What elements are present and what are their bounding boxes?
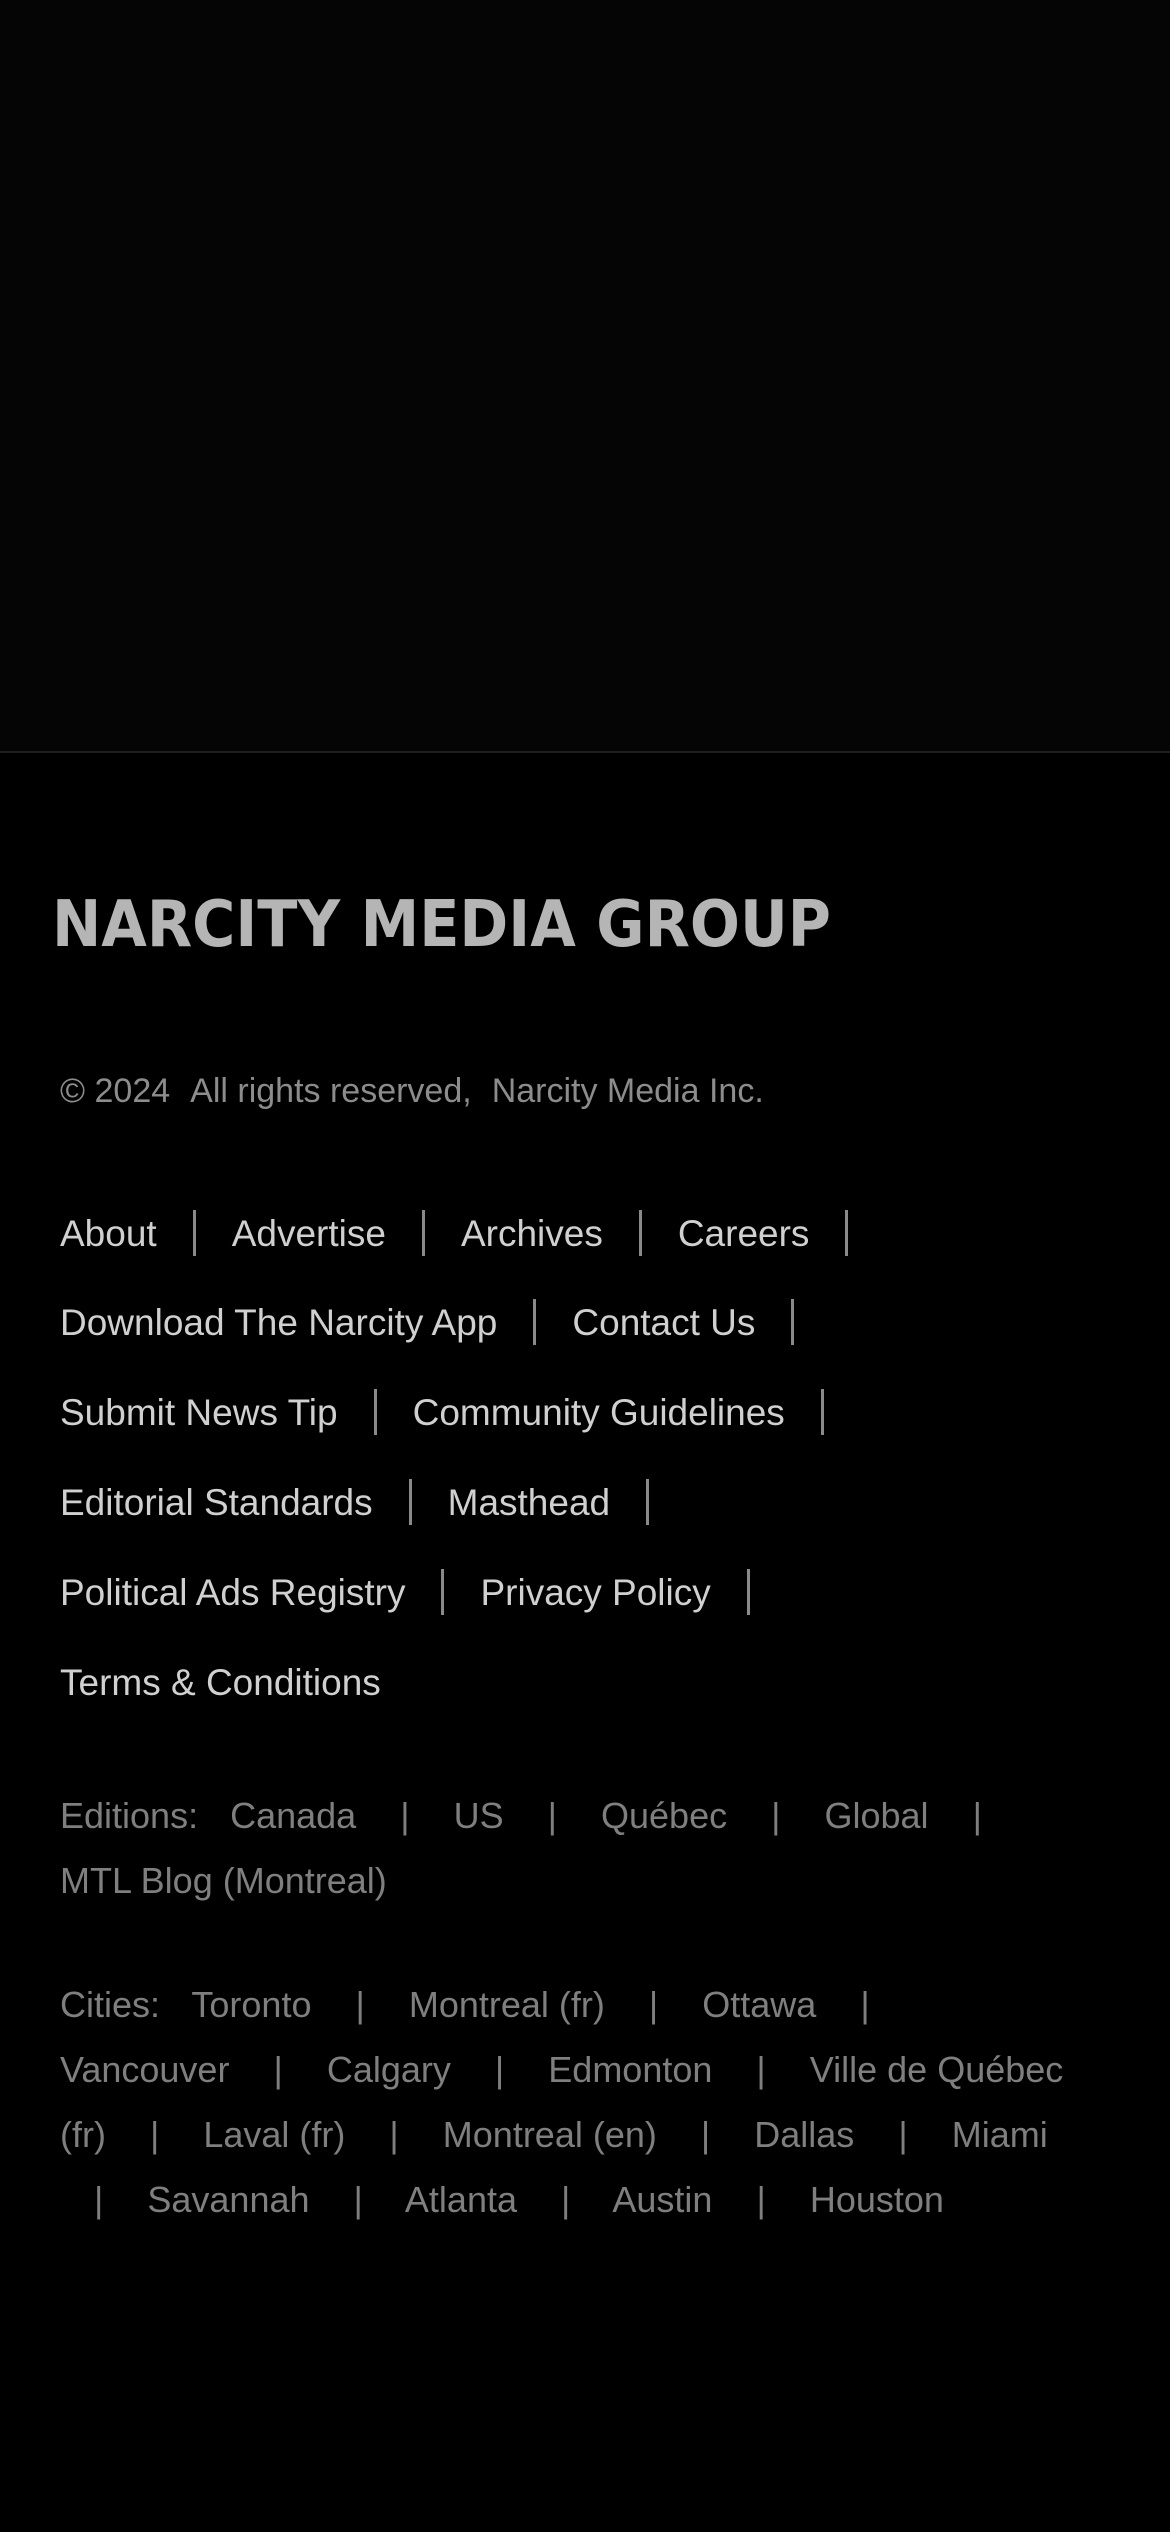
- contact-us-link[interactable]: Contact Us: [572, 1304, 755, 1341]
- city-separator: |: [149, 2114, 160, 2155]
- blank-content-area: [0, 0, 1170, 751]
- city-link-atlanta[interactable]: Atlanta: [405, 2179, 517, 2220]
- editorial-standards-link[interactable]: Editorial Standards: [60, 1484, 373, 1521]
- edition-separator: |: [972, 1795, 982, 1836]
- copyright-line: © 2024 All rights reserved, Narcity Media …: [60, 1071, 784, 1112]
- page: NARCITY MEDIA GROUP © 2024 All rights res…: [0, 0, 1170, 2532]
- edition-link-mtl-blog[interactable]: MTL Blog (Montreal): [60, 1860, 387, 1901]
- archives-link[interactable]: Archives: [461, 1215, 603, 1252]
- edition-separator: |: [400, 1795, 410, 1836]
- city-link-ottawa[interactable]: Ottawa: [702, 1984, 816, 2025]
- link-separator: [646, 1479, 650, 1525]
- edition-link-global[interactable]: Global: [824, 1795, 928, 1836]
- city-separator: |: [355, 1984, 365, 2025]
- footer-links-row-2: Download The Narcity App Contact Us: [60, 1297, 830, 1347]
- city-separator: |: [860, 1984, 870, 2025]
- city-separator: |: [94, 2179, 104, 2220]
- city-separator: |: [898, 2114, 908, 2155]
- city-separator: |: [561, 2179, 571, 2220]
- link-separator: [421, 1210, 425, 1256]
- cities-list: Cities: Toronto | Montreal (fr) | Ottawa…: [60, 1972, 1080, 2232]
- city-link-edmonton[interactable]: Edmonton: [548, 2049, 712, 2090]
- terms-conditions-link[interactable]: Terms & Conditions: [60, 1664, 381, 1701]
- site-footer: NARCITY MEDIA GROUP © 2024 All rights res…: [0, 753, 1170, 2532]
- community-guidelines-link[interactable]: Community Guidelines: [413, 1394, 785, 1431]
- link-separator: [533, 1299, 537, 1345]
- edition-separator: |: [547, 1795, 557, 1836]
- submit-news-tip-link[interactable]: Submit News Tip: [60, 1394, 338, 1431]
- city-link-austin[interactable]: Austin: [612, 2179, 712, 2220]
- copyright-year: © 2024: [60, 1072, 171, 1110]
- city-link-laval[interactable]: Laval (fr): [203, 2114, 345, 2155]
- city-link-montreal-en[interactable]: Montreal (en): [443, 2114, 657, 2155]
- link-separator: [845, 1210, 849, 1256]
- city-separator: |: [756, 2049, 766, 2090]
- city-separator: |: [648, 1984, 659, 2025]
- city-link-calgary[interactable]: Calgary: [327, 2049, 451, 2090]
- city-separator: |: [494, 2049, 505, 2090]
- link-separator: [638, 1210, 642, 1256]
- link-separator: [791, 1299, 795, 1345]
- city-link-vancouver[interactable]: Vancouver: [60, 2049, 229, 2090]
- privacy-policy-link[interactable]: Privacy Policy: [480, 1574, 710, 1611]
- edition-link-us[interactable]: US: [454, 1795, 504, 1836]
- city-separator: |: [756, 2179, 766, 2220]
- cities-label: Cities:: [60, 1984, 161, 2025]
- careers-link[interactable]: Careers: [678, 1215, 810, 1252]
- footer-links-row-3: Submit News Tip Community Guidelines: [60, 1387, 860, 1437]
- city-link-savannah[interactable]: Savannah: [147, 2179, 309, 2220]
- link-separator: [408, 1479, 412, 1525]
- advertise-link[interactable]: Advertise: [232, 1215, 386, 1252]
- footer-links-row-6: Terms & Conditions: [60, 1657, 381, 1707]
- link-separator: [192, 1210, 196, 1256]
- editions-label: Editions:: [60, 1795, 199, 1836]
- editions-list: Editions: Canada | US | Québec | Global …: [60, 1783, 1080, 1913]
- city-link-houston[interactable]: Houston: [810, 2179, 944, 2220]
- city-separator: |: [273, 2049, 283, 2090]
- city-link-montreal-fr[interactable]: Montreal (fr): [409, 1984, 605, 2025]
- masthead-link[interactable]: Masthead: [448, 1484, 611, 1521]
- edition-link-quebec[interactable]: Québec: [601, 1795, 727, 1836]
- about-link[interactable]: About: [60, 1215, 157, 1252]
- link-separator: [373, 1389, 377, 1435]
- copyright-company: Narcity Media Inc.: [491, 1072, 764, 1110]
- edition-separator: |: [771, 1795, 781, 1836]
- city-separator: |: [700, 2114, 711, 2155]
- link-separator: [441, 1569, 445, 1615]
- city-link-miami[interactable]: Miami: [952, 2114, 1048, 2155]
- city-separator: |: [353, 2179, 363, 2220]
- link-separator: [820, 1389, 824, 1435]
- political-ads-registry-link[interactable]: Political Ads Registry: [60, 1574, 405, 1611]
- footer-links-row-1: About Advertise Archives Careers: [60, 1208, 884, 1258]
- edition-link-canada[interactable]: Canada: [230, 1795, 356, 1836]
- narcity-media-group-logo[interactable]: NARCITY MEDIA GROUP: [52, 893, 831, 957]
- footer-links-row-4: Editorial Standards Masthead: [60, 1477, 685, 1527]
- footer-links-row-5: Political Ads Registry Privacy Policy: [60, 1567, 786, 1617]
- city-link-toronto[interactable]: Toronto: [191, 1984, 311, 2025]
- city-separator: |: [389, 2114, 399, 2155]
- city-link-dallas[interactable]: Dallas: [754, 2114, 854, 2155]
- link-separator: [746, 1569, 750, 1615]
- copyright-rights: All rights reserved,: [190, 1072, 472, 1110]
- download-app-link[interactable]: Download The Narcity App: [60, 1304, 497, 1341]
